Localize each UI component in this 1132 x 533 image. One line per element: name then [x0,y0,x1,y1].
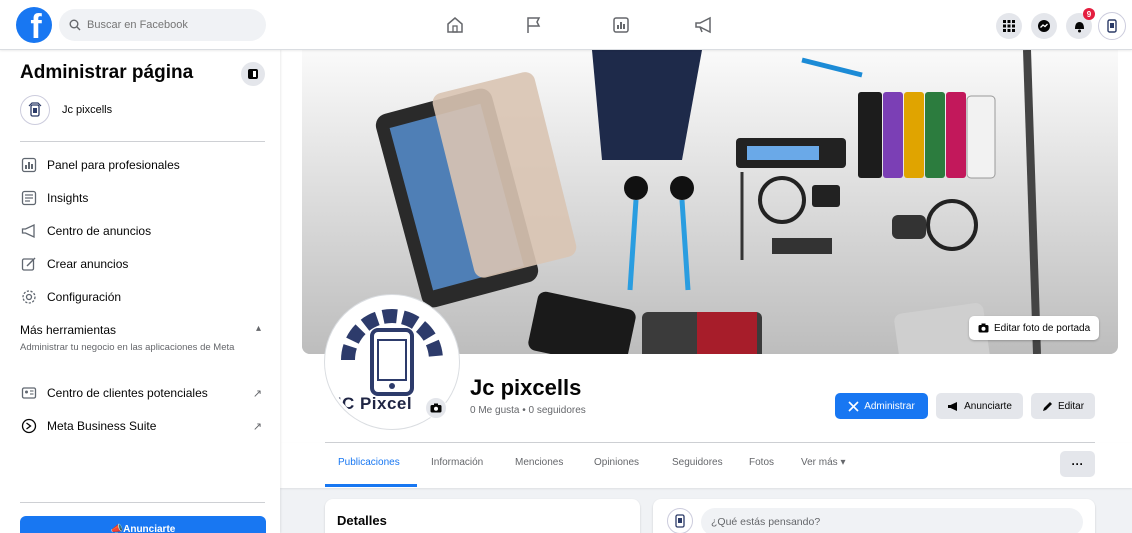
dashboard-icon[interactable] [610,14,632,36]
camera-icon [978,323,989,333]
gear-icon [20,288,38,306]
current-page-row[interactable]: Jc pixcells [20,95,112,125]
flag-icon[interactable] [523,14,545,36]
sidebar-item-centro-anuncios[interactable]: Centro de anuncios [20,220,270,242]
more-tools-subtitle: Administrar tu negocio en las aplicacion… [20,342,235,353]
external-link-icon: ↗ [252,387,262,400]
notifications-bell-icon[interactable]: 9 [1066,8,1095,39]
details-title: Detalles [337,513,387,528]
compose-post-card: ¿Qué estás pensando? [653,499,1095,533]
cta-label: Anunciarte [123,523,176,533]
tab-publicaciones[interactable]: Publicaciones [338,457,400,468]
compose-post-input[interactable]: ¿Qué estás pensando? [701,508,1083,533]
tab-opiniones[interactable]: Opiniones [594,457,639,468]
details-card: Detalles [325,499,640,533]
sidebar-item-crear-anuncios[interactable]: Crear anuncios [20,253,270,275]
sidebar-item-label: Panel para profesionales [47,158,180,172]
meta-icon [20,417,38,435]
home-icon[interactable] [444,14,466,36]
sidebar-item-label: Crear anuncios [47,257,129,271]
more-tools-title[interactable]: Más herramientas [20,323,116,337]
sidebar-item-insights[interactable]: Insights [20,187,270,209]
sidebar-divider [20,141,265,142]
sidebar-item-label: Centro de clientes potenciales [47,386,208,400]
account-avatar[interactable] [1098,12,1126,40]
sidebar-item-centro-clientes[interactable]: Centro de clientes potenciales ↗ [20,382,270,404]
followers-stats[interactable]: 0 Me gusta • 0 seguidores [470,405,586,416]
messenger-icon[interactable] [1031,13,1057,39]
tab-informacion[interactable]: Información [431,457,483,468]
megaphone-icon [20,222,38,240]
tab-seguidores[interactable]: Seguidores [672,457,723,468]
sidebar-item-label: Centro de anuncios [47,224,152,238]
chevron-up-icon[interactable]: ▴ [256,323,261,334]
insights-icon [20,189,38,207]
tools-icon [848,400,859,412]
tab-ver-mas[interactable]: Ver más ▾ [801,457,845,468]
top-navigation-bar: f 9 [0,0,1132,50]
page-name-label: Jc pixcells [62,104,113,116]
editar-label: Editar [1057,400,1085,412]
anunciarte-sidebar-button[interactable]: 📣 Anunciarte [20,516,266,533]
more-options-button[interactable]: ··· [1060,451,1095,477]
editar-button[interactable]: Editar [1031,393,1095,419]
sidebar-item-meta-business-suite[interactable]: Meta Business Suite ↗ [20,415,270,437]
active-tab-indicator [325,484,417,487]
sidebar-item-label: Configuración [47,290,122,304]
notification-count-badge: 9 [1083,8,1095,20]
sidebar-title: Administrar página [20,62,194,83]
manage-page-sidebar: Administrar página Jc pixcells Panel par… [0,50,280,533]
administrar-label: Administrar [864,400,915,412]
edit-cover-label: Editar foto de portada [994,322,1091,334]
sidebar-item-label: Insights [47,191,89,205]
page-main: Editar foto de portada JC Pixcel Jc pixc… [280,50,1132,533]
sidebar-item-configuracion[interactable]: Configuración [20,286,270,308]
search-input[interactable] [87,19,247,31]
collapse-sidebar-icon[interactable] [241,62,265,86]
dashboard-icon [20,156,38,174]
search-box[interactable] [59,9,266,41]
facebook-logo[interactable]: f [16,7,52,43]
pencil-icon [1042,401,1052,411]
tab-fotos[interactable]: Fotos [749,457,774,468]
anunciarte-button[interactable]: Anunciarte [936,393,1023,419]
edit-cover-photo-button[interactable]: Editar foto de portada [969,316,1100,340]
profile-tabs: Publicaciones Información Menciones Opin… [280,443,1132,488]
tab-menciones[interactable]: Menciones [515,457,563,468]
compose-avatar[interactable] [667,508,693,533]
profile-header: Editar foto de portada JC Pixcel Jc pixc… [280,50,1132,443]
page-avatar [20,95,50,125]
megaphone-icon: 📣 [110,523,124,533]
camera-icon[interactable] [425,397,447,419]
sidebar-item-panel-profesionales[interactable]: Panel para profesionales [20,154,270,176]
contact-card-icon [20,384,38,402]
menu-grid-icon[interactable] [996,13,1022,39]
search-icon [69,19,81,31]
external-link-icon: ↗ [252,420,262,433]
administrar-button[interactable]: Administrar [835,393,928,419]
sidebar-divider [20,502,265,503]
page-title: Jc pixcells [470,375,582,400]
anunciarte-label: Anunciarte [964,400,1012,412]
sidebar-item-label: Meta Business Suite [47,419,157,433]
megaphone-icon [948,401,958,411]
profile-logo-text: JC Pixcel [332,394,413,413]
pencil-square-icon [20,255,38,273]
megaphone-icon[interactable] [693,14,715,36]
